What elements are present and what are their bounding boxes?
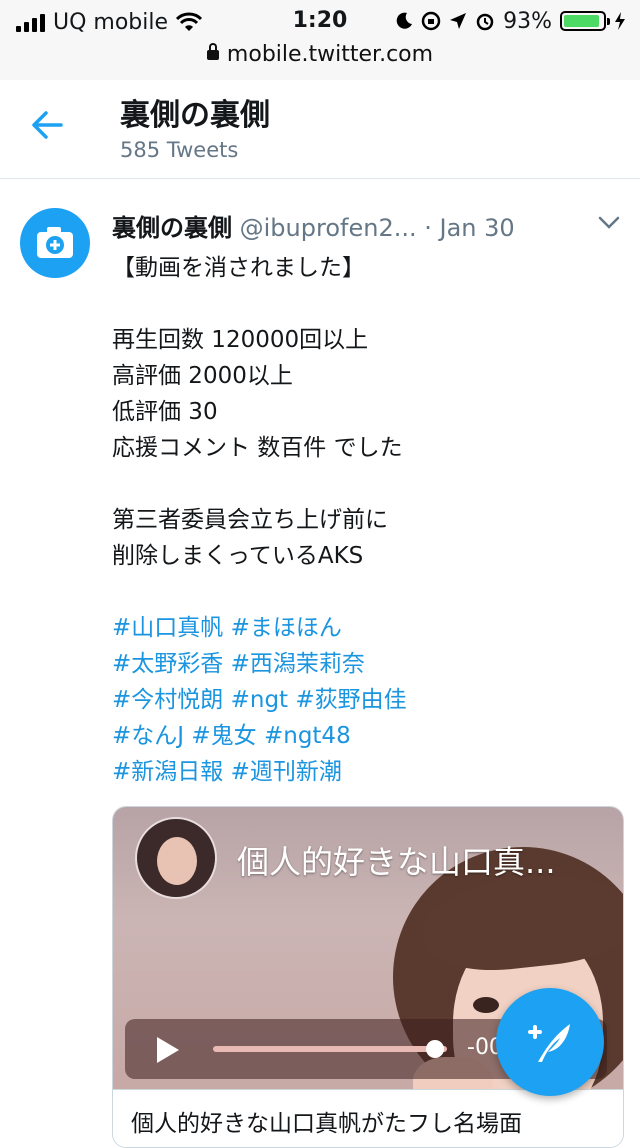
compose-tweet-icon [528,1024,570,1062]
video-title[interactable]: 個人的好きな山口真... [237,837,607,883]
status-right: 93% [395,6,626,36]
rotation-lock-icon [421,11,441,31]
battery-fill [564,15,599,27]
hashtag-link[interactable]: #今村悦朗 [112,687,223,713]
hashtag-link[interactable]: #ngt [231,687,288,713]
card-footer[interactable]: 個人的好きな山口真帆がたフし名場面 [113,1089,623,1147]
url-bar[interactable]: mobile.twitter.com [0,42,640,67]
hashtag-link[interactable]: #新潟日報 [112,759,223,785]
hashtag-link[interactable]: #太野彩香 [112,651,223,677]
hashtag-link[interactable]: #まほほん [231,615,342,641]
tweet-text: 【動画を消されました】 再生回数 120000回以上 高評価 2000以上 低評… [112,250,612,790]
hashtag-row: #今村悦朗 #ngt #荻野由佳 [112,682,612,718]
hashtag-link[interactable]: #ngt48 [264,723,351,749]
video-card[interactable]: 個人的好きな山口真... -00 個人的好きな山口真帆がたフし名場面 [112,806,624,1148]
battery-icon [560,11,610,31]
author-handle[interactable]: @ibuprofen2... [240,214,417,242]
tweet-date[interactable]: Jan 30 [440,214,515,242]
card-title: 個人的好きな山口真帆がたフし名場面 [131,1111,522,1137]
camera-plus-icon [37,227,73,258]
battery-percent: 93% [503,8,552,34]
page-title: 裏側の裏側 [120,98,270,133]
tweet-line: 削除しまくっているAKS [112,543,364,569]
hashtag-link[interactable]: #荻野由佳 [295,687,406,713]
hashtag-link[interactable]: #西潟茉莉奈 [231,651,365,677]
hashtag-link[interactable]: #なんJ [112,723,184,749]
tweet-line: 再生回数 120000回以上 [112,327,369,353]
chevron-down-icon[interactable] [598,216,620,230]
url-text: mobile.twitter.com [226,42,434,67]
alarm-icon [476,13,494,31]
hashtag-row: #なんJ #鬼女 #ngt48 [112,718,612,754]
moon-icon [396,12,413,29]
status-bar: UQ mobile 1:20 93% mobile.twitter.com [0,0,640,80]
seek-bar[interactable] [213,1046,447,1052]
tweet-line: 第三者委員会立ち上げ前に [112,507,388,533]
tweet-line: 低評価 30 [112,399,218,425]
charging-icon [615,12,625,30]
tweet-line: 【動画を消されました】 [112,255,365,281]
channel-avatar[interactable] [135,817,217,899]
hashtag-row: #太野彩香 #西潟茉莉奈 [112,646,612,682]
tweet-line: 高評価 2000以上 [112,363,293,389]
compose-tweet-button[interactable] [496,988,604,1096]
hashtag-link[interactable]: #山口真帆 [112,615,223,641]
tweet-header: 裏側の裏側 @ibuprofen2... · Jan 30 [112,208,582,242]
hashtag-row: #新潟日報 #週刊新潮 [112,754,612,790]
hashtag-link[interactable]: #週刊新潮 [231,759,342,785]
play-icon[interactable] [157,1037,179,1063]
author-name[interactable]: 裏側の裏側 [112,214,232,242]
hashtag-link[interactable]: #鬼女 [191,723,256,749]
seek-handle[interactable] [426,1040,445,1058]
back-arrow-icon[interactable] [30,108,64,142]
hashtag-row: #山口真帆 #まほほん [112,610,612,646]
profile-header: 裏側の裏側 585 Tweets [0,80,640,179]
tweet-count: 585 Tweets [120,138,239,162]
location-icon [450,13,467,29]
lock-icon [206,43,219,60]
separator-dot: · [424,214,432,242]
avatar[interactable] [20,208,90,278]
tweet-line: 応援コメント 数百件 でした [112,435,403,461]
